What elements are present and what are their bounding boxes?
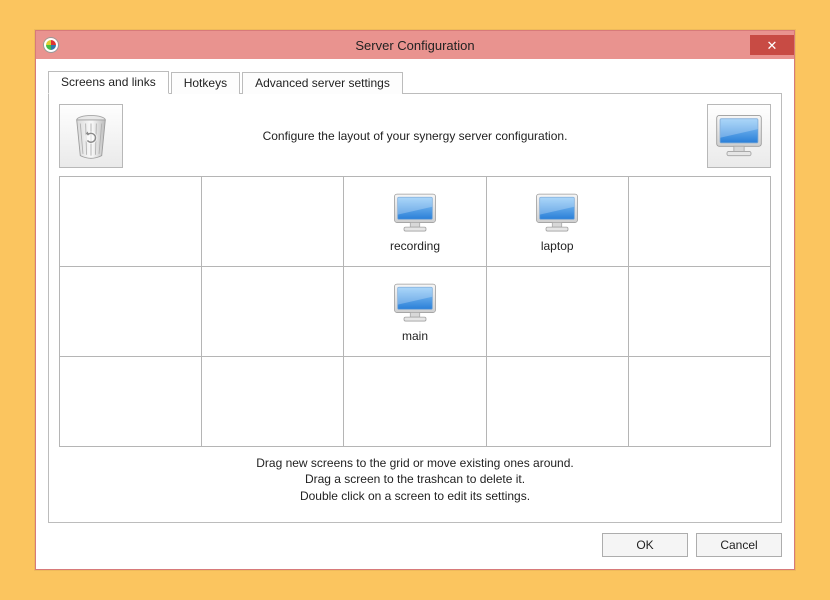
monitor-icon xyxy=(713,112,765,160)
grid-cell[interactable] xyxy=(629,357,771,447)
grid-cell[interactable] xyxy=(60,357,202,447)
grid-cell[interactable] xyxy=(344,357,486,447)
instruction-text: Configure the layout of your synergy ser… xyxy=(133,129,697,143)
trashcan-dropzone[interactable] xyxy=(59,104,123,168)
dialog-button-row: OK Cancel xyxy=(48,533,782,557)
ok-button[interactable]: OK xyxy=(602,533,688,557)
tab-label: Advanced server settings xyxy=(255,76,390,90)
screen-main[interactable]: main xyxy=(344,267,486,357)
screen-layout-grid[interactable]: recording laptop main xyxy=(59,176,771,447)
grid-cell[interactable] xyxy=(487,357,629,447)
screen-label: main xyxy=(402,329,428,343)
hint-line: Drag a screen to the trashcan to delete … xyxy=(59,471,771,487)
toolbar-row: Configure the layout of your synergy ser… xyxy=(59,104,771,168)
grid-cell[interactable] xyxy=(629,177,771,267)
monitor-icon xyxy=(391,281,439,325)
grid-cell[interactable] xyxy=(60,267,202,357)
grid-cell[interactable] xyxy=(629,267,771,357)
grid-cell[interactable] xyxy=(487,267,629,357)
tab-hotkeys[interactable]: Hotkeys xyxy=(171,72,240,94)
close-icon: ✕ xyxy=(767,39,778,52)
hints-block: Drag new screens to the grid or move exi… xyxy=(59,453,771,510)
tab-strip: Screens and links Hotkeys Advanced serve… xyxy=(48,69,782,93)
cancel-button[interactable]: Cancel xyxy=(696,533,782,557)
tab-screens-and-links[interactable]: Screens and links xyxy=(48,71,169,94)
new-screen-source[interactable] xyxy=(707,104,771,168)
grid-cell[interactable] xyxy=(202,357,344,447)
app-icon xyxy=(44,38,58,52)
window-close-button[interactable]: ✕ xyxy=(750,35,794,55)
hint-line: Double click on a screen to edit its set… xyxy=(59,488,771,504)
monitor-icon xyxy=(533,191,581,235)
window-title: Server Configuration xyxy=(36,38,794,53)
client-area: Screens and links Hotkeys Advanced serve… xyxy=(36,59,794,569)
screen-label: recording xyxy=(390,239,440,253)
screen-label: laptop xyxy=(541,239,574,253)
tab-label: Hotkeys xyxy=(184,76,227,90)
grid-cell[interactable] xyxy=(202,267,344,357)
monitor-icon xyxy=(391,191,439,235)
trash-icon xyxy=(69,111,113,161)
tab-panel-screens-and-links: Configure the layout of your synergy ser… xyxy=(48,93,782,523)
hint-line: Drag new screens to the grid or move exi… xyxy=(59,455,771,471)
grid-cell[interactable] xyxy=(202,177,344,267)
grid-cell[interactable] xyxy=(60,177,202,267)
screen-laptop[interactable]: laptop xyxy=(487,177,629,267)
titlebar[interactable]: Server Configuration ✕ xyxy=(36,31,794,59)
screen-recording[interactable]: recording xyxy=(344,177,486,267)
tab-advanced-server-settings[interactable]: Advanced server settings xyxy=(242,72,403,94)
server-configuration-window: Server Configuration ✕ Screens and links… xyxy=(35,30,795,570)
tab-label: Screens and links xyxy=(61,75,156,89)
